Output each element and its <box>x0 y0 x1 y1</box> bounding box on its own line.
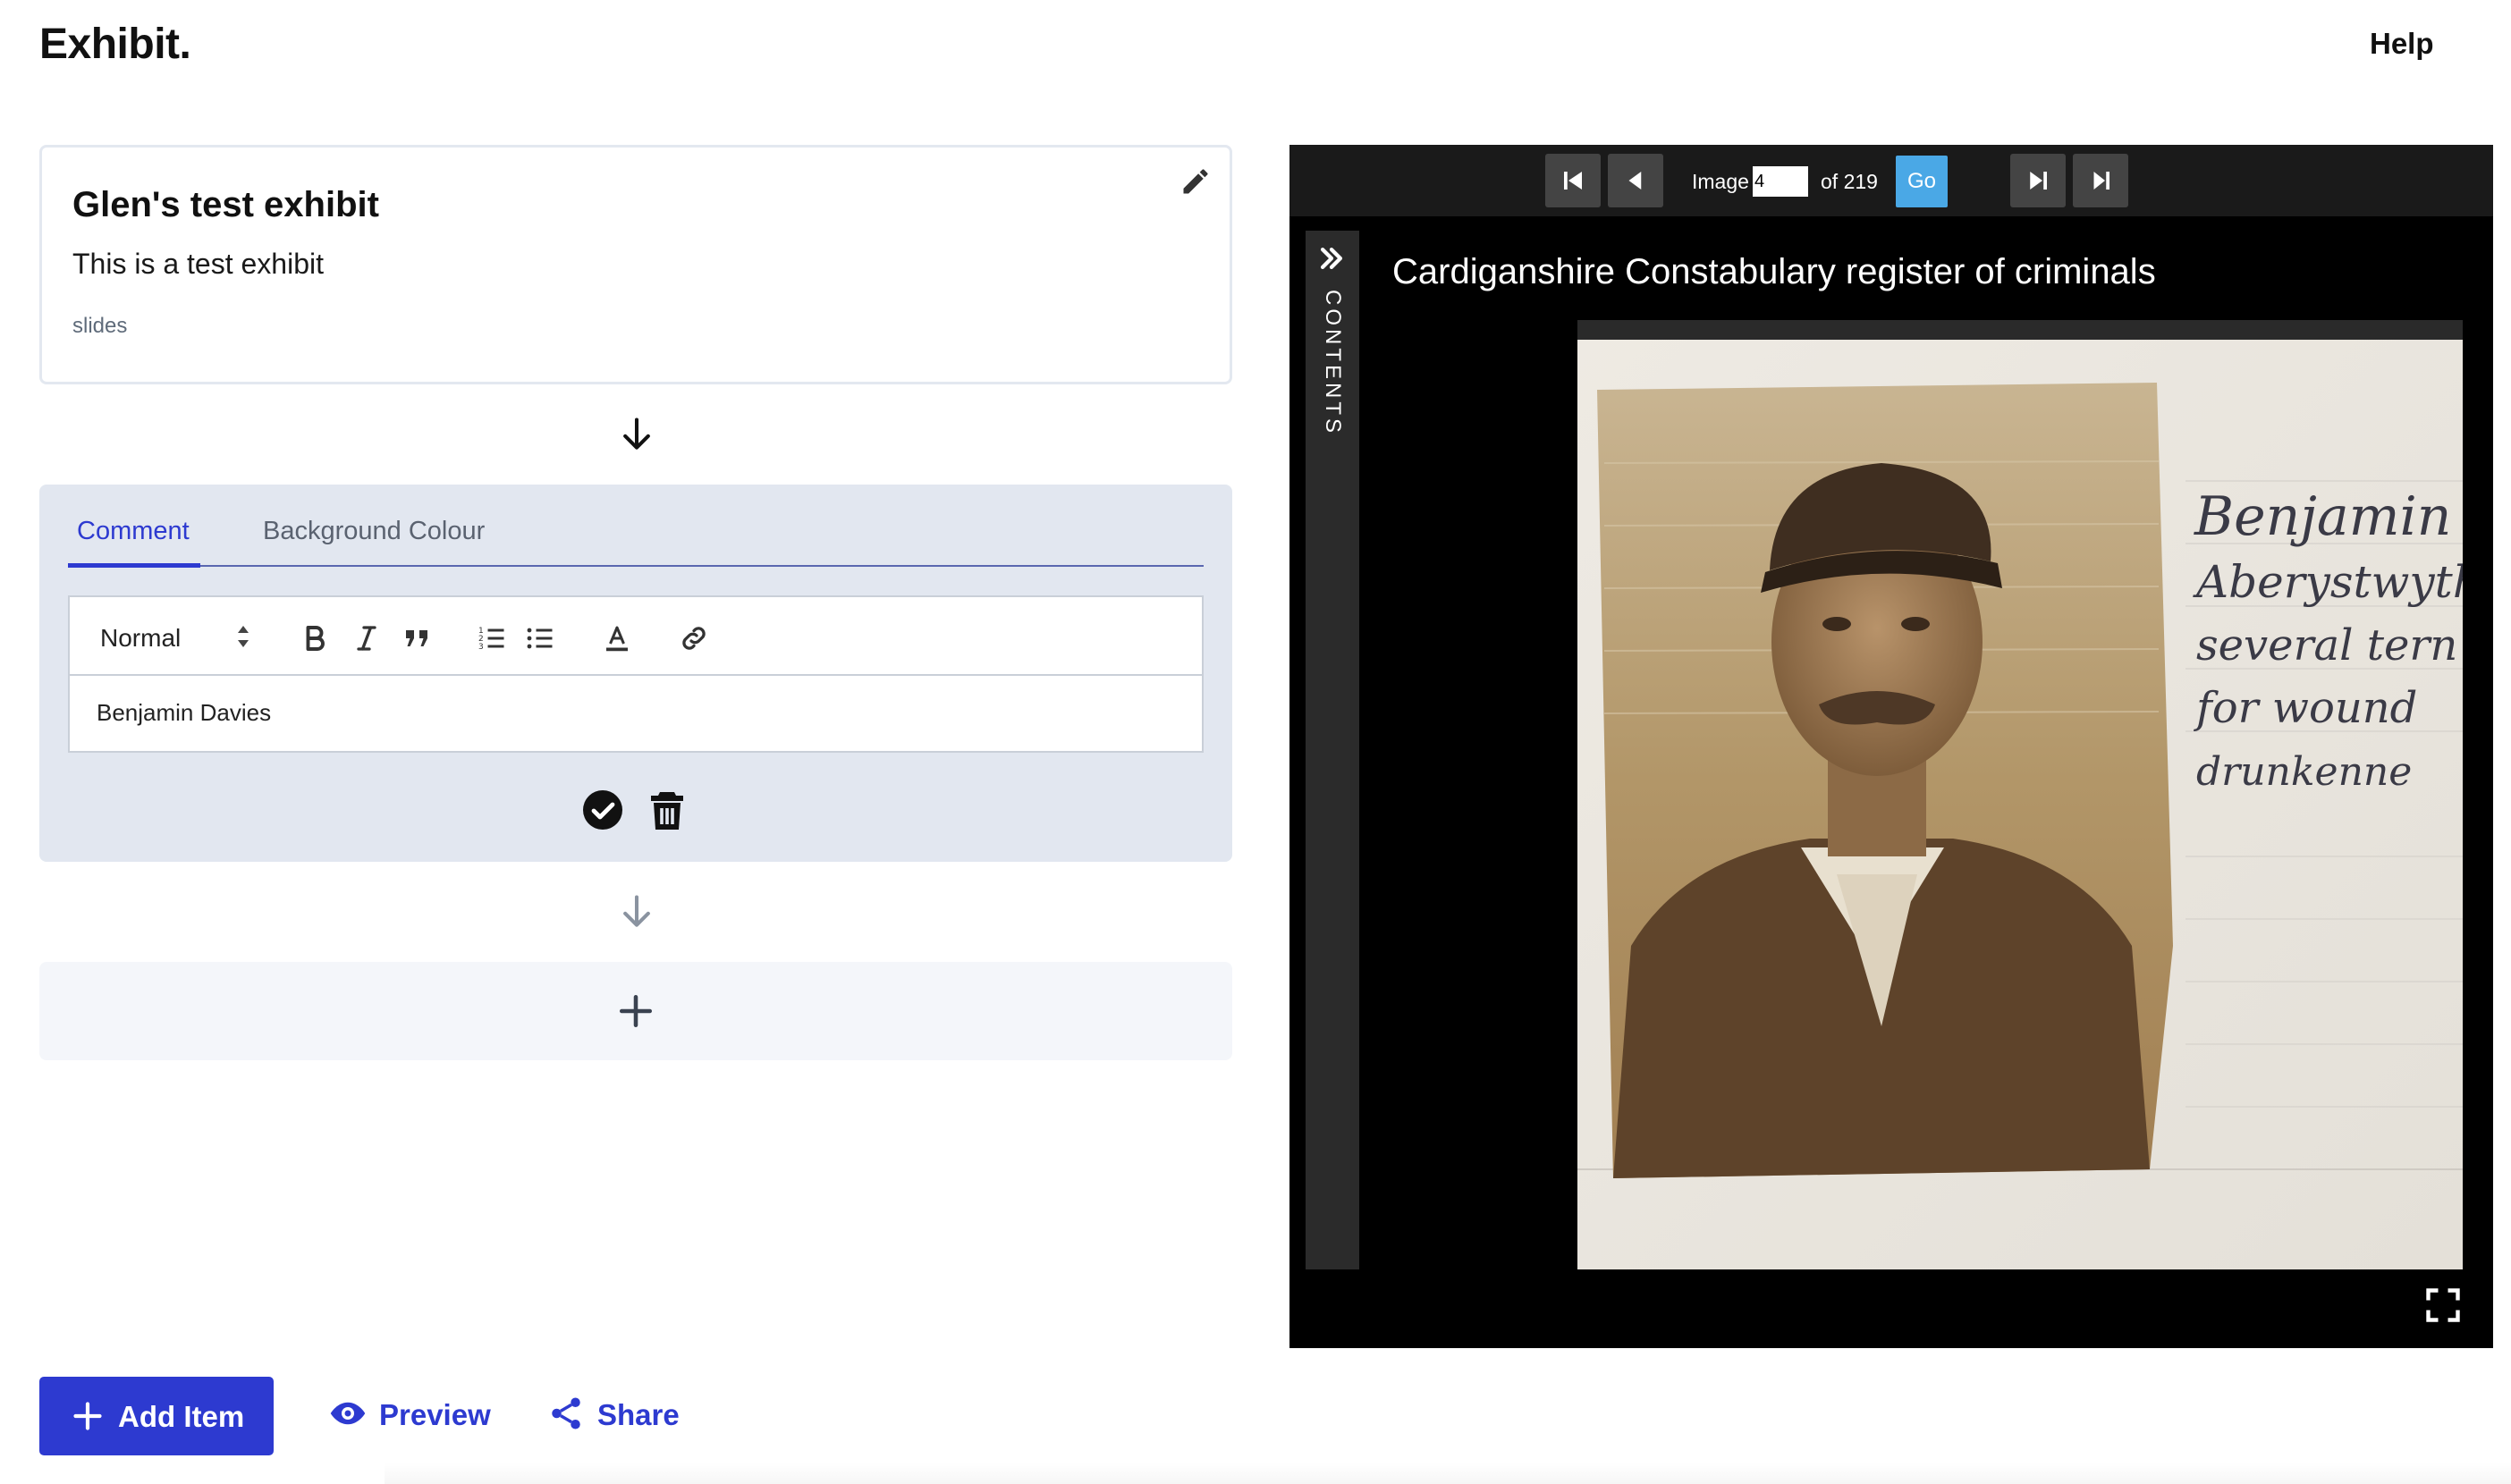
double-chevron-right-icon[interactable] <box>1316 243 1347 274</box>
add-item-button[interactable]: Add Item <box>39 1377 274 1455</box>
help-link[interactable]: Help <box>2370 27 2434 61</box>
add-item-label: Add Item <box>118 1400 245 1433</box>
tab-comment[interactable]: Comment <box>77 517 190 546</box>
previous-image-button[interactable] <box>1608 154 1663 207</box>
active-tab-indicator <box>68 563 200 568</box>
tab-background-colour[interactable]: Background Colour <box>263 517 485 546</box>
trash-icon[interactable] <box>646 788 689 831</box>
skip-next-icon <box>2030 172 2047 190</box>
next-image-button[interactable] <box>2010 154 2066 207</box>
svg-text:3: 3 <box>478 643 484 652</box>
plus-icon <box>73 1402 102 1430</box>
register-page-image: Benjamin Aberystwyth several tern for wo… <box>1577 320 2463 1269</box>
footer-divider <box>385 1463 2511 1484</box>
ordered-list-icon[interactable]: 1 2 3 <box>476 622 508 654</box>
skip-last-icon <box>2093 172 2109 190</box>
text-color-icon[interactable] <box>601 622 633 654</box>
document-image[interactable]: Benjamin Aberystwyth several tern for wo… <box>1577 320 2463 1269</box>
skip-first-icon <box>1564 172 1582 190</box>
check-circle-icon[interactable] <box>581 788 624 831</box>
exhibit-description: This is a test exhibit <box>72 248 324 280</box>
handwriting-line-1: Benjamin <box>2194 485 2451 548</box>
first-image-button[interactable] <box>1545 154 1601 207</box>
image-viewer: Image of 219 Go CONTENTS Cardiganshire C… <box>1289 145 2493 1348</box>
exhibit-type: slides <box>72 314 128 338</box>
last-image-button[interactable] <box>2073 154 2128 207</box>
app-logo[interactable]: Exhibit. <box>39 20 191 69</box>
format-select[interactable]: Normal <box>100 624 181 653</box>
handwriting-line-3: several tern <box>2196 620 2457 670</box>
eye-icon <box>330 1402 366 1425</box>
arrow-down-icon <box>623 895 650 927</box>
go-button[interactable]: Go <box>1896 156 1948 207</box>
preview-label: Preview <box>379 1398 491 1431</box>
item-editor: Comment Background Colour Normal 1 2 3 B… <box>39 485 1232 862</box>
rich-text-editor: Normal 1 2 3 Benjamin Davies <box>68 595 1204 753</box>
fullscreen-icon[interactable] <box>2423 1286 2463 1325</box>
link-icon[interactable] <box>678 622 710 654</box>
image-total-label: of 219 <box>1821 170 1878 193</box>
image-number-input[interactable] <box>1753 166 1808 197</box>
bullet-list-icon[interactable] <box>524 622 556 654</box>
contents-panel-toggle[interactable]: CONTENTS <box>1306 231 1359 1269</box>
editor-content[interactable]: Benjamin Davies <box>97 699 271 727</box>
document-title: Cardiganshire Constabulary register of c… <box>1392 252 2156 291</box>
editor-tabs: Comment Background Colour <box>68 485 1204 568</box>
image-label: Image <box>1692 170 1749 193</box>
triangle-left-icon <box>1628 172 1642 190</box>
italic-icon[interactable] <box>351 622 383 654</box>
editor-toolbar: Normal 1 2 3 <box>70 597 1202 676</box>
share-label: Share <box>597 1398 680 1431</box>
add-item-placeholder[interactable] <box>39 962 1232 1060</box>
share-icon <box>552 1397 580 1429</box>
select-arrows-icon[interactable] <box>234 622 252 651</box>
plus-icon[interactable] <box>617 992 655 1030</box>
arrow-down-icon <box>623 417 650 450</box>
handwriting-line-2: Aberystwyth <box>2193 556 2463 608</box>
contents-label: CONTENTS <box>1321 290 1345 436</box>
handwriting-line-5: drunkenne <box>2196 749 2412 795</box>
exhibit-title: Glen's test exhibit <box>72 185 379 224</box>
handwriting-line-4: for wound <box>2194 683 2417 733</box>
pencil-icon[interactable] <box>1179 165 1212 198</box>
exhibit-card: Glen's test exhibit This is a test exhib… <box>39 145 1232 384</box>
viewer-toolbar: Image of 219 Go <box>1289 145 2493 216</box>
bold-icon[interactable] <box>299 622 331 654</box>
quote-icon[interactable] <box>401 622 433 654</box>
